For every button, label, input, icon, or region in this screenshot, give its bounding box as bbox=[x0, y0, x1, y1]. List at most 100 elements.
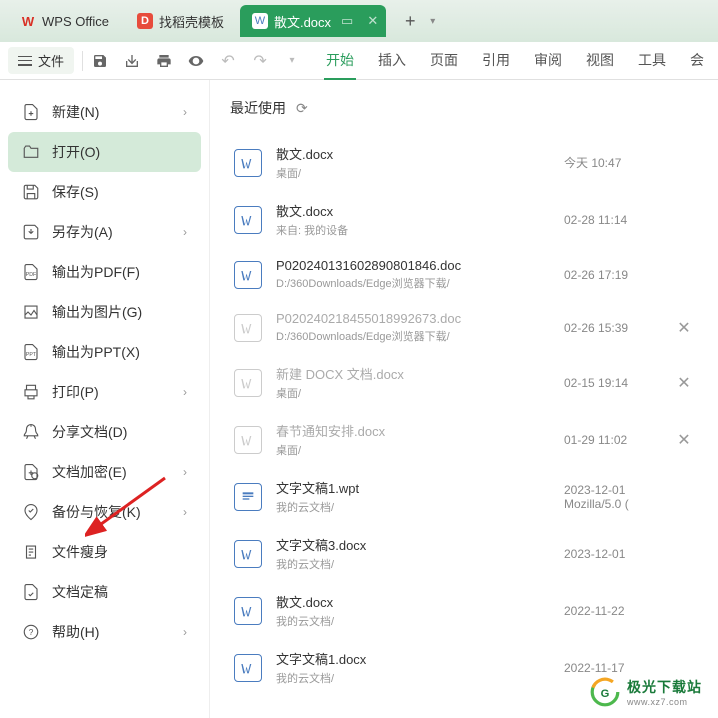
sidebar-icon bbox=[22, 463, 40, 481]
file-path: 我的云文档/ bbox=[276, 613, 564, 629]
file-time: 2023-12-01Mozilla/5.0 ( bbox=[564, 483, 674, 511]
file-path: 我的云文档/ bbox=[276, 499, 564, 515]
file-info: 文字文稿1.docx我的云文档/ bbox=[276, 649, 564, 686]
sidebar-item-11[interactable]: 文件瘦身 bbox=[8, 532, 201, 572]
sidebar-item-4[interactable]: PDF 输出为PDF(F) bbox=[8, 252, 201, 292]
sidebar-icon: PDF bbox=[22, 263, 40, 281]
ribbon-tab-7[interactable]: 会 bbox=[688, 42, 706, 80]
sidebar-item-1[interactable]: 打开(O) bbox=[8, 132, 201, 172]
tab-dropdown-icon[interactable]: ▾ bbox=[430, 16, 435, 27]
ribbon-tab-3[interactable]: 引用 bbox=[480, 42, 512, 80]
sidebar-item-12[interactable]: 文档定稿 bbox=[8, 572, 201, 612]
file-info: P020240218455018992673.docD:/360Download… bbox=[276, 311, 564, 344]
file-type-icon bbox=[234, 314, 262, 342]
chevron-right-icon: › bbox=[183, 385, 187, 399]
sidebar-icon: ? bbox=[22, 623, 40, 641]
sidebar-item-8[interactable]: 分享文档(D) bbox=[8, 412, 201, 452]
ribbon-tab-6[interactable]: 工具 bbox=[636, 42, 668, 80]
sidebar-item-7[interactable]: 打印(P)› bbox=[8, 372, 201, 412]
maximize-icon[interactable]: ▭ bbox=[341, 13, 353, 29]
file-row[interactable]: P020240218455018992673.docD:/360Download… bbox=[230, 301, 698, 354]
file-path: 桌面/ bbox=[276, 385, 564, 401]
remove-icon[interactable]: ✕ bbox=[674, 373, 694, 393]
sidebar-item-label: 输出为PDF(F) bbox=[52, 262, 140, 282]
file-row[interactable]: 散文.docx我的云文档/2022-11-22 bbox=[230, 582, 698, 639]
sidebar-item-10[interactable]: 备份与恢复(K)› bbox=[8, 492, 201, 532]
file-row[interactable]: 文字文稿1.wpt我的云文档/2023-12-01Mozilla/5.0 ( bbox=[230, 468, 698, 525]
refresh-icon[interactable]: ⟳ bbox=[296, 100, 308, 117]
remove-icon[interactable]: ✕ bbox=[674, 430, 694, 450]
file-type-icon bbox=[234, 483, 262, 511]
file-time: 01-29 11:02 bbox=[564, 433, 674, 447]
file-row[interactable]: 散文.docx桌面/今天 10:47 bbox=[230, 134, 698, 191]
sidebar-item-0[interactable]: 新建(N)› bbox=[8, 92, 201, 132]
file-path: D:/360Downloads/Edge浏览器下载/ bbox=[276, 328, 564, 344]
tab-app-label: WPS Office bbox=[42, 14, 109, 29]
undo-icon[interactable]: ↶ bbox=[219, 52, 237, 70]
tab-document[interactable]: W 散文.docx ▭ ✕ bbox=[240, 5, 386, 37]
sidebar-item-6[interactable]: PPT输出为PPT(X) bbox=[8, 332, 201, 372]
template-icon: D bbox=[137, 13, 153, 29]
ribbon-tab-1[interactable]: 插入 bbox=[376, 42, 408, 80]
file-row[interactable]: P020240131602890801846.doc D:/360Download… bbox=[230, 248, 698, 301]
sidebar-item-13[interactable]: ?帮助(H)› bbox=[8, 612, 201, 652]
sidebar-item-5[interactable]: 输出为图片(G) bbox=[8, 292, 201, 332]
file-name: 散文.docx bbox=[276, 592, 564, 611]
file-row[interactable]: 春节通知安排.docx桌面/01-29 11:02✕ bbox=[230, 411, 698, 468]
close-icon[interactable]: ✕ bbox=[367, 13, 378, 29]
sidebar-item-9[interactable]: 文档加密(E)› bbox=[8, 452, 201, 492]
file-time: 今天 10:47 bbox=[564, 154, 674, 171]
sidebar-item-label: 文件瘦身 bbox=[52, 542, 108, 562]
ribbon-tab-5[interactable]: 视图 bbox=[584, 42, 616, 80]
file-menu-button[interactable]: 文件 bbox=[8, 47, 74, 74]
add-tab-button[interactable]: + bbox=[396, 7, 424, 35]
file-time: 02-28 11:14 bbox=[564, 213, 674, 227]
file-type-icon bbox=[234, 654, 262, 682]
file-name: 散文.docx bbox=[276, 144, 564, 163]
tab-app[interactable]: W WPS Office bbox=[8, 5, 121, 37]
file-type-icon bbox=[234, 369, 262, 397]
file-info: 散文.docx 我的云文档/ bbox=[276, 592, 564, 629]
sidebar-item-2[interactable]: 保存(S) bbox=[8, 172, 201, 212]
file-info: 新建 DOCX 文档.docx 桌面/ bbox=[276, 364, 564, 401]
sidebar-item-label: 文档加密(E) bbox=[52, 462, 127, 482]
sidebar-item-label: 新建(N) bbox=[52, 102, 99, 122]
file-path: 我的云文档/ bbox=[276, 556, 564, 572]
save-icon[interactable] bbox=[91, 52, 109, 70]
sidebar-icon bbox=[22, 143, 40, 161]
file-type-icon bbox=[234, 149, 262, 177]
file-row[interactable]: 文字文稿3.docx我的云文档/2023-12-01 bbox=[230, 525, 698, 582]
sidebar-icon bbox=[22, 223, 40, 241]
file-info: P020240131602890801846.doc D:/360Download… bbox=[276, 258, 564, 291]
file-name: 文字文稿1.docx bbox=[276, 649, 564, 668]
tab-template[interactable]: D 找稻壳模板 bbox=[125, 5, 236, 37]
watermark-logo: G bbox=[589, 676, 621, 708]
recent-title: 最近使用 bbox=[230, 98, 286, 118]
sidebar-item-label: 打开(O) bbox=[52, 142, 100, 162]
file-path: 来自: 我的设备 bbox=[276, 222, 564, 238]
ribbon-tab-2[interactable]: 页面 bbox=[428, 42, 460, 80]
file-path: D:/360Downloads/Edge浏览器下载/ bbox=[276, 275, 564, 291]
sidebar-item-label: 分享文档(D) bbox=[52, 422, 127, 442]
file-time: 2022-11-17 bbox=[564, 661, 674, 675]
sidebar-item-label: 另存为(A) bbox=[52, 222, 113, 242]
content-header: 最近使用 ⟳ bbox=[230, 98, 698, 118]
sidebar-icon bbox=[22, 183, 40, 201]
ribbon-tab-4[interactable]: 审阅 bbox=[532, 42, 564, 80]
redo-icon[interactable]: ↷ bbox=[251, 52, 269, 70]
file-name: P020240131602890801846.doc bbox=[276, 258, 564, 273]
export-icon[interactable] bbox=[123, 52, 141, 70]
file-row[interactable]: 散文.docx 来自: 我的设备02-28 11:14 bbox=[230, 191, 698, 248]
ribbon-tab-0[interactable]: 开始 bbox=[324, 42, 356, 80]
print-icon[interactable] bbox=[155, 52, 173, 70]
separator bbox=[82, 51, 83, 71]
file-name: 散文.docx bbox=[276, 201, 564, 220]
remove-icon[interactable]: ✕ bbox=[674, 318, 694, 338]
dropdown-icon[interactable]: ▾ bbox=[283, 52, 301, 70]
file-name: 新建 DOCX 文档.docx bbox=[276, 364, 564, 383]
file-row[interactable]: 新建 DOCX 文档.docx桌面/02-15 19:14✕ bbox=[230, 354, 698, 411]
sidebar-item-3[interactable]: 另存为(A)› bbox=[8, 212, 201, 252]
quick-toolbar: ↶ ↷ ▾ bbox=[91, 52, 301, 70]
preview-icon[interactable] bbox=[187, 52, 205, 70]
sidebar-icon bbox=[22, 383, 40, 401]
